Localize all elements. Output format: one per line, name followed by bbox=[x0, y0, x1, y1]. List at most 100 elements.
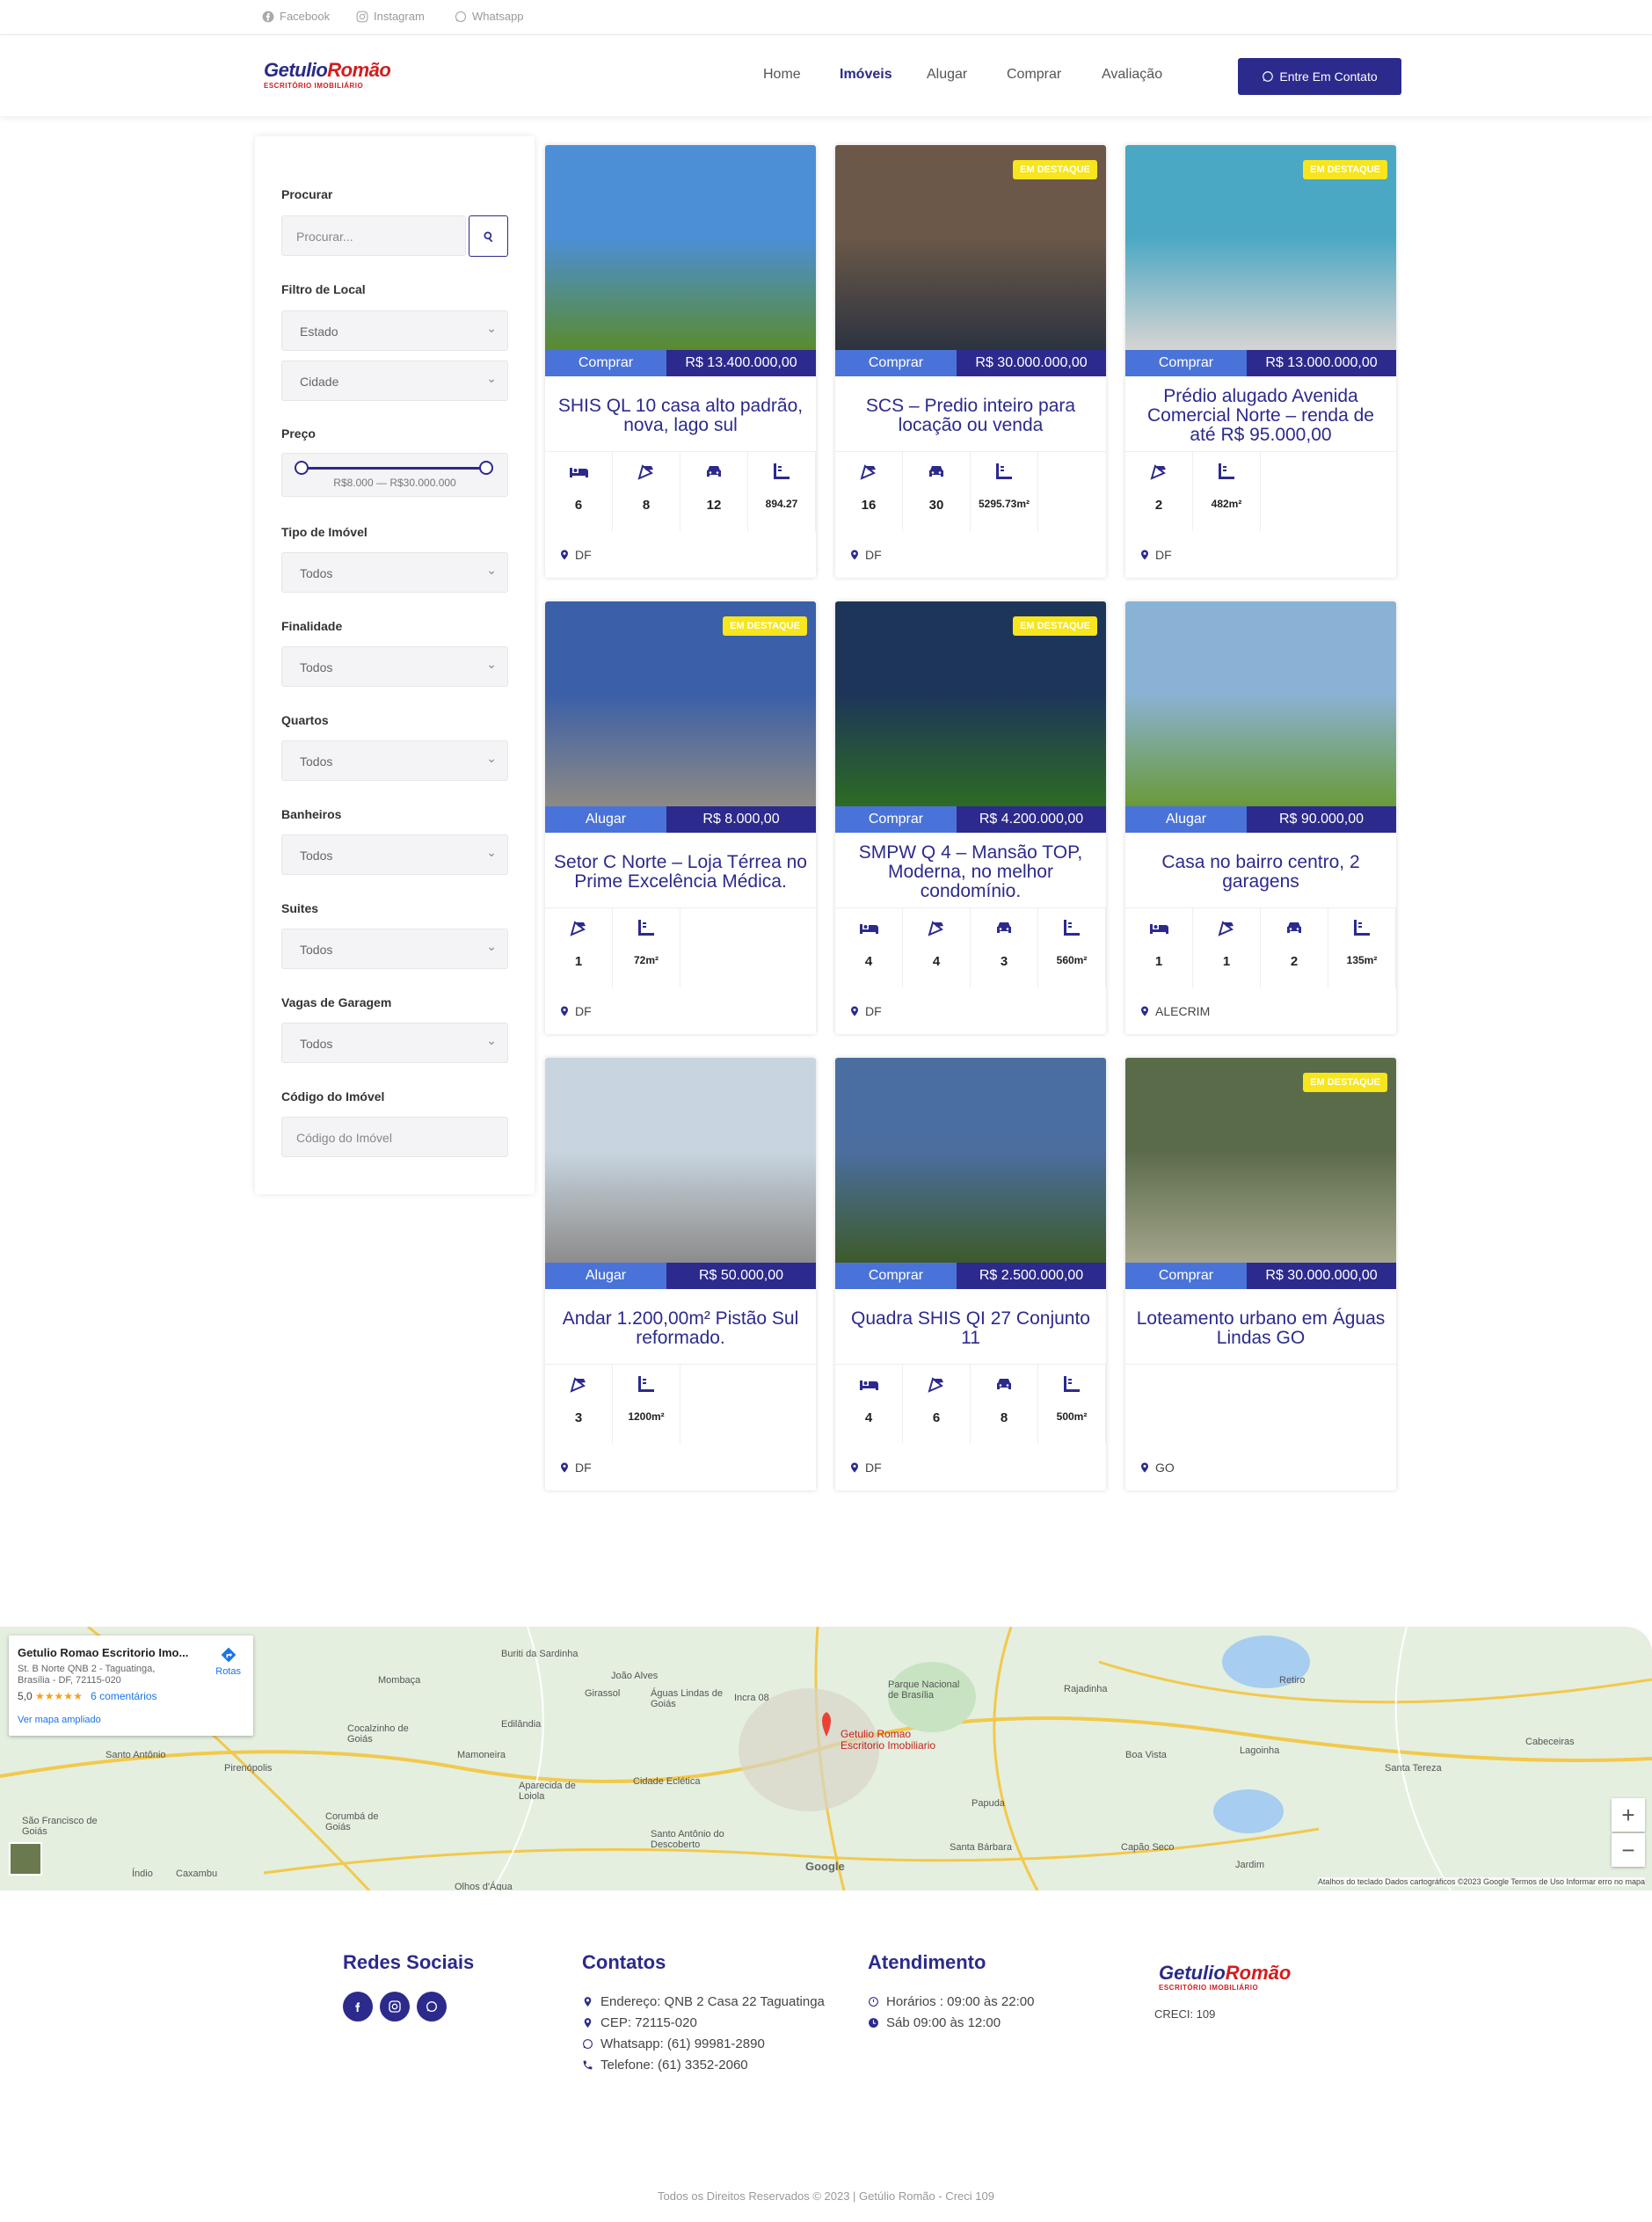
listing-title[interactable]: SHIS QL 10 casa alto padrão, nova, lago … bbox=[554, 388, 807, 444]
feature-bed: 4 bbox=[835, 908, 903, 987]
contact-button[interactable]: Entre Em Contato bbox=[1238, 58, 1401, 95]
property-card[interactable]: EM DESTAQUE Comprar R$ 4.200.000,00 SMPW Q … bbox=[835, 601, 1106, 1034]
rating-value: 5,0 bbox=[18, 1690, 33, 1702]
listing-features: 2 482m² bbox=[1125, 451, 1396, 531]
footer-whatsapp-button[interactable] bbox=[417, 1992, 447, 2022]
map-pin-icon bbox=[851, 550, 858, 560]
footer-facebook-button[interactable] bbox=[343, 1992, 373, 2022]
listing-title[interactable]: Prédio alugado Avenida Comercial Norte –… bbox=[1134, 387, 1387, 445]
listing-title[interactable]: Quadra SHIS QI 27 Conjunto 11 bbox=[844, 1300, 1097, 1357]
listing-title[interactable]: Andar 1.200,00m² Pistão Sul reformado. bbox=[554, 1300, 807, 1357]
property-card[interactable]: Comprar R$ 13.400.000,00 SHIS QL 10 casa a… bbox=[545, 145, 816, 578]
map-city-label: São Francisco de Goiás bbox=[22, 1816, 98, 1837]
feature-value: 560m² bbox=[1056, 954, 1088, 966]
whatsapp-link[interactable]: Whatsapp bbox=[455, 10, 524, 23]
quartos-select[interactable]: Todos bbox=[281, 738, 508, 781]
map-place-card[interactable]: Getulio Romao Escritorio Imo... St. B No… bbox=[9, 1636, 253, 1736]
location-map[interactable]: Mombaça Buriti da Sardinha João Alves Giras… bbox=[0, 1627, 1652, 1891]
finalidade-select[interactable]: Todos bbox=[281, 644, 508, 687]
estado-select[interactable]: Estado bbox=[281, 308, 508, 351]
suites-select[interactable]: Todos bbox=[281, 926, 508, 969]
area-icon bbox=[1064, 1376, 1080, 1392]
feature-bath: 6 bbox=[903, 1365, 971, 1444]
nav-home[interactable]: Home bbox=[763, 67, 801, 83]
footer-phone[interactable]: Telefone: (61) 3352-2060 bbox=[582, 2058, 748, 2073]
search-button[interactable] bbox=[469, 215, 508, 257]
hours-text-2: Sáb 09:00 às 12:00 bbox=[886, 2015, 1001, 2030]
bath-icon bbox=[1150, 464, 1166, 480]
reviews-link[interactable]: 6 comentários bbox=[91, 1690, 156, 1702]
search-input[interactable]: Procurar... bbox=[281, 215, 466, 256]
map-city-label: Santa Bárbara bbox=[950, 1842, 1012, 1853]
listing-title[interactable]: Casa no bairro centro, 2 garagens bbox=[1134, 844, 1387, 900]
price-range-slider[interactable]: R$8.000 — R$30.000.000 bbox=[281, 453, 508, 497]
property-card[interactable]: Alugar R$ 50.000,00 Andar 1.200,00m² Pistã… bbox=[545, 1058, 816, 1490]
property-card[interactable]: EM DESTAQUE Comprar R$ 13.000.000,00 Prédio… bbox=[1125, 145, 1396, 578]
banheiros-select[interactable]: Todos bbox=[281, 832, 508, 875]
feature-value: 16 bbox=[861, 498, 877, 513]
listing-title[interactable]: Loteamento urbano em Águas Lindas GO bbox=[1134, 1300, 1387, 1357]
price-range-track bbox=[302, 467, 486, 470]
map-city-label: Corumbá de Goiás bbox=[325, 1811, 379, 1832]
phone-icon bbox=[583, 2060, 593, 2070]
listing-title[interactable]: Setor C Norte – Loja Térrea no Prime Exc… bbox=[554, 844, 807, 900]
instagram-icon bbox=[389, 2000, 401, 2013]
featured-badge: EM DESTAQUE bbox=[723, 616, 807, 636]
whatsapp-icon bbox=[426, 2001, 437, 2012]
directions-button[interactable]: Rotas bbox=[215, 1646, 241, 1677]
property-photo[interactable] bbox=[545, 145, 816, 350]
nav-avaliacao[interactable]: Avaliação bbox=[1102, 67, 1162, 83]
google-logo: Google bbox=[805, 1860, 845, 1873]
nav-alugar[interactable]: Alugar bbox=[927, 67, 967, 83]
location-text: DF bbox=[575, 1461, 592, 1475]
footer-instagram-button[interactable] bbox=[380, 1992, 410, 2022]
listing-type-tag: Comprar bbox=[835, 806, 957, 833]
codigo-input[interactable]: Código do Imóvel bbox=[281, 1117, 508, 1157]
property-photo[interactable] bbox=[835, 1058, 1106, 1263]
social-title: Redes Sociais bbox=[343, 1951, 475, 1973]
property-card[interactable]: EM DESTAQUE Comprar R$ 30.000.000,00 Loteam… bbox=[1125, 1058, 1396, 1490]
feature-area: 500m² bbox=[1038, 1365, 1106, 1444]
tipo-select[interactable]: Todos bbox=[281, 550, 508, 593]
map-city-label: Jardim bbox=[1235, 1860, 1265, 1870]
satellite-toggle[interactable] bbox=[9, 1842, 42, 1876]
facebook-link[interactable]: Facebook bbox=[262, 10, 330, 23]
property-card[interactable]: EM DESTAQUE Comprar R$ 30.000.000,00 SCS – … bbox=[835, 145, 1106, 578]
property-card[interactable]: Alugar R$ 90.000,00 Casa no bairro centro,… bbox=[1125, 601, 1396, 1034]
nav-imoveis[interactable]: Imóveis bbox=[840, 67, 892, 83]
cidade-select[interactable]: Cidade bbox=[281, 358, 508, 401]
price-min-handle[interactable] bbox=[295, 461, 309, 475]
feature-car: 2 bbox=[1261, 908, 1328, 987]
instagram-link[interactable]: Instagram bbox=[356, 10, 425, 23]
place-rating: 5,0 ★★★★★ 6 comentários bbox=[18, 1690, 157, 1702]
property-photo[interactable] bbox=[1125, 601, 1396, 806]
map-city-label: João Alves bbox=[611, 1671, 659, 1681]
listing-title[interactable]: SMPW Q 4 – Mansão TOP, Moderna, no melho… bbox=[844, 843, 1097, 901]
zoom-in-button[interactable]: + bbox=[1612, 1798, 1645, 1832]
property-card[interactable]: Comprar R$ 2.500.000,00 Quadra SHIS QI 27 … bbox=[835, 1058, 1106, 1490]
listing-location: DF bbox=[849, 1004, 882, 1018]
price-max-handle[interactable] bbox=[479, 461, 493, 475]
feature-value: 4 bbox=[864, 1410, 873, 1425]
property-photo[interactable] bbox=[545, 1058, 816, 1263]
rating-stars: ★★★★★ bbox=[35, 1690, 83, 1702]
property-card[interactable]: EM DESTAQUE Alugar R$ 8.000,00 Setor C Nort… bbox=[545, 601, 816, 1034]
place-address-line2: Brasília - DF, 72115-020 bbox=[18, 1675, 121, 1686]
map-city-label: Cabeceiras bbox=[1525, 1737, 1575, 1747]
footer-logo[interactable]: GetulioRomão ESCRITÓRIO IMOBILIÁRIO bbox=[1159, 1963, 1308, 1993]
feature-value: 30 bbox=[928, 498, 944, 513]
listing-type-tag: Comprar bbox=[1125, 350, 1247, 376]
featured-badge: EM DESTAQUE bbox=[1303, 1073, 1387, 1092]
feature-value: 72m² bbox=[633, 954, 659, 966]
nav-comprar[interactable]: Comprar bbox=[1007, 67, 1061, 83]
feature-bed: 6 bbox=[545, 452, 613, 531]
place-name: Getulio Romao Escritorio Imo... bbox=[18, 1646, 189, 1659]
footer-whatsapp[interactable]: Whatsapp: (61) 99981-2890 bbox=[582, 2036, 765, 2051]
listing-title[interactable]: SCS – Predio inteiro para locação ou ven… bbox=[844, 388, 1097, 444]
view-larger-map-link[interactable]: Ver mapa ampliado bbox=[18, 1715, 101, 1725]
brand-logo[interactable]: GetulioRomão ESCRITÓRIO IMOBILIÁRIO bbox=[264, 60, 391, 95]
zoom-out-button[interactable]: − bbox=[1612, 1833, 1645, 1867]
vagas-select[interactable]: Todos bbox=[281, 1020, 508, 1063]
map-city-label: Santa Tereza bbox=[1385, 1763, 1442, 1774]
feature-area: 5295.73m² bbox=[971, 452, 1038, 531]
